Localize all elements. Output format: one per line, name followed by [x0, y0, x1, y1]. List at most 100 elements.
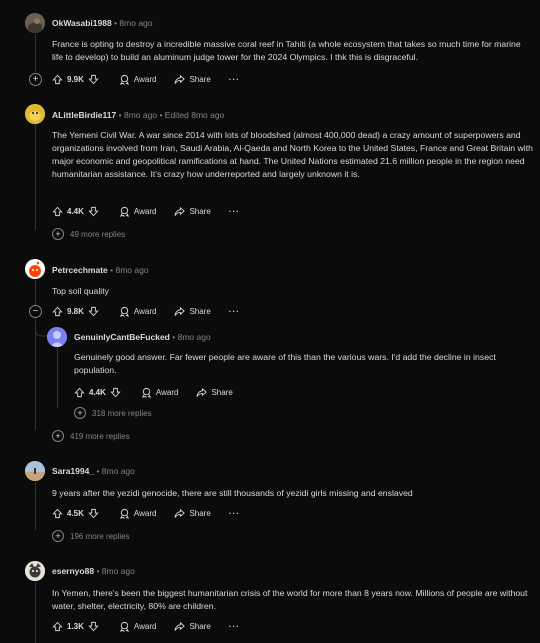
more-replies-button[interactable]: + 196 more replies [52, 530, 130, 542]
comment-meta: Petrcechmate • 8mo ago [52, 265, 149, 275]
vote-count: 4.5K [67, 508, 84, 518]
author-name[interactable]: GenuinlyCantBeFucked [74, 332, 170, 342]
comment-actions: 4.4K Award Share [74, 384, 233, 400]
timestamp: 8mo ago [177, 332, 211, 342]
more-replies-label: 196 more replies [70, 531, 130, 541]
vote-count: 4.4K [89, 387, 106, 397]
thread-line[interactable] [57, 346, 58, 408]
avatar[interactable] [25, 13, 45, 33]
award-label: Award [133, 206, 157, 216]
upvote-icon[interactable] [52, 508, 63, 519]
downvote-icon[interactable] [88, 306, 99, 317]
award-label: Award [133, 74, 157, 84]
author-name[interactable]: Petrcechmate [52, 265, 108, 275]
award-icon [119, 74, 130, 85]
overflow-menu-icon[interactable]: ··· [229, 509, 240, 518]
avatar[interactable] [47, 327, 67, 347]
share-button[interactable]: Share [174, 621, 211, 632]
comment-meta: esernyo88 • 8mo ago [52, 566, 135, 576]
share-label: Share [189, 206, 211, 216]
comment-body: Top soil quality [52, 286, 109, 296]
downvote-icon[interactable] [88, 74, 99, 85]
award-label: Award [133, 621, 157, 631]
comment-actions: 9.9K Award Share ··· [52, 71, 240, 87]
vote-group: 4.4K [52, 206, 99, 217]
vote-group: 1.3K [52, 621, 99, 632]
avatar[interactable] [25, 104, 45, 124]
overflow-menu-icon[interactable]: ··· [229, 207, 240, 216]
share-label: Share [189, 508, 211, 518]
comment-body: France is opting to destroy a incredible… [52, 39, 521, 62]
overflow-menu-icon[interactable]: ··· [229, 75, 240, 84]
more-replies-label: 318 more replies [92, 408, 152, 418]
timestamp: 8mo ago [101, 466, 135, 476]
author-name[interactable]: esernyo88 [52, 566, 94, 576]
share-button[interactable]: Share [174, 306, 211, 317]
vote-count: 1.3K [67, 621, 84, 631]
plus-icon: + [74, 407, 86, 419]
downvote-icon[interactable] [88, 621, 99, 632]
avatar[interactable] [25, 461, 45, 481]
thread-line[interactable] [35, 482, 36, 530]
vote-group: 4.5K [52, 508, 99, 519]
timestamp: 8mo ago [123, 110, 158, 120]
comment-actions: 4.4K Award Share ··· [52, 203, 240, 219]
share-button[interactable]: Share [174, 74, 211, 85]
award-button[interactable]: Award [141, 387, 178, 398]
more-replies-button[interactable]: + 419 more replies [52, 430, 130, 442]
comment-body: 9 years after the yezidi genocide, there… [52, 488, 413, 498]
share-button[interactable]: Share [174, 206, 211, 217]
upvote-icon[interactable] [52, 206, 63, 217]
award-icon [119, 621, 130, 632]
award-button[interactable]: Award [119, 306, 157, 317]
upvote-icon[interactable] [52, 306, 63, 317]
comment-meta: GenuinlyCantBeFucked • 8mo ago [74, 332, 211, 342]
award-button[interactable]: Award [119, 621, 157, 632]
downvote-icon[interactable] [88, 508, 99, 519]
comment-body: Genuinely good answer. Far fewer people … [74, 352, 496, 375]
vote-group: 9.8K [52, 306, 99, 317]
more-replies-button[interactable]: + 318 more replies [74, 407, 152, 419]
downvote-icon[interactable] [88, 206, 99, 217]
award-button[interactable]: Award [119, 74, 157, 85]
award-button[interactable]: Award [119, 508, 156, 519]
award-icon [141, 387, 152, 398]
thread-line[interactable] [35, 124, 36, 230]
avatar[interactable] [25, 561, 45, 581]
upvote-icon[interactable] [52, 74, 63, 85]
upvote-icon[interactable] [52, 621, 63, 632]
share-icon [174, 206, 186, 217]
collapse-thread-button[interactable]: − [29, 305, 42, 318]
author-name[interactable]: OkWasabi1988 [52, 18, 112, 28]
comment-meta: ALittleBirdie117 • 8mo ago • Edited 8mo … [52, 110, 224, 120]
award-icon [119, 206, 130, 217]
more-replies-button[interactable]: + 49 more replies [52, 228, 125, 240]
expand-thread-button[interactable]: + [29, 73, 42, 86]
share-label: Share [189, 621, 211, 631]
share-icon [174, 306, 186, 317]
share-button[interactable]: Share [174, 508, 211, 519]
author-name[interactable]: ALittleBirdie117 [52, 110, 116, 120]
share-icon [174, 74, 186, 85]
thread-line[interactable] [35, 280, 36, 306]
overflow-menu-icon[interactable]: ··· [229, 307, 240, 316]
share-icon [174, 508, 186, 519]
share-label: Share [189, 306, 211, 316]
share-button[interactable]: Share [196, 387, 233, 398]
thread-line[interactable] [35, 582, 36, 643]
comment-meta: OkWasabi1988 • 8mo ago [52, 18, 153, 28]
downvote-icon[interactable] [110, 387, 121, 398]
avatar[interactable] [25, 259, 45, 279]
thread-line[interactable] [35, 34, 36, 72]
author-name[interactable]: Sara1994_ [52, 466, 94, 476]
overflow-menu-icon[interactable]: ··· [229, 622, 240, 631]
plus-icon: + [52, 228, 64, 240]
plus-icon: + [52, 530, 64, 542]
upvote-icon[interactable] [74, 387, 85, 398]
share-icon [174, 621, 186, 632]
award-button[interactable]: Award [119, 206, 157, 217]
comment-actions: 4.5K Award Share ··· [52, 505, 240, 521]
share-icon [196, 387, 208, 398]
award-label: Award [133, 306, 157, 316]
award-icon [119, 306, 130, 317]
